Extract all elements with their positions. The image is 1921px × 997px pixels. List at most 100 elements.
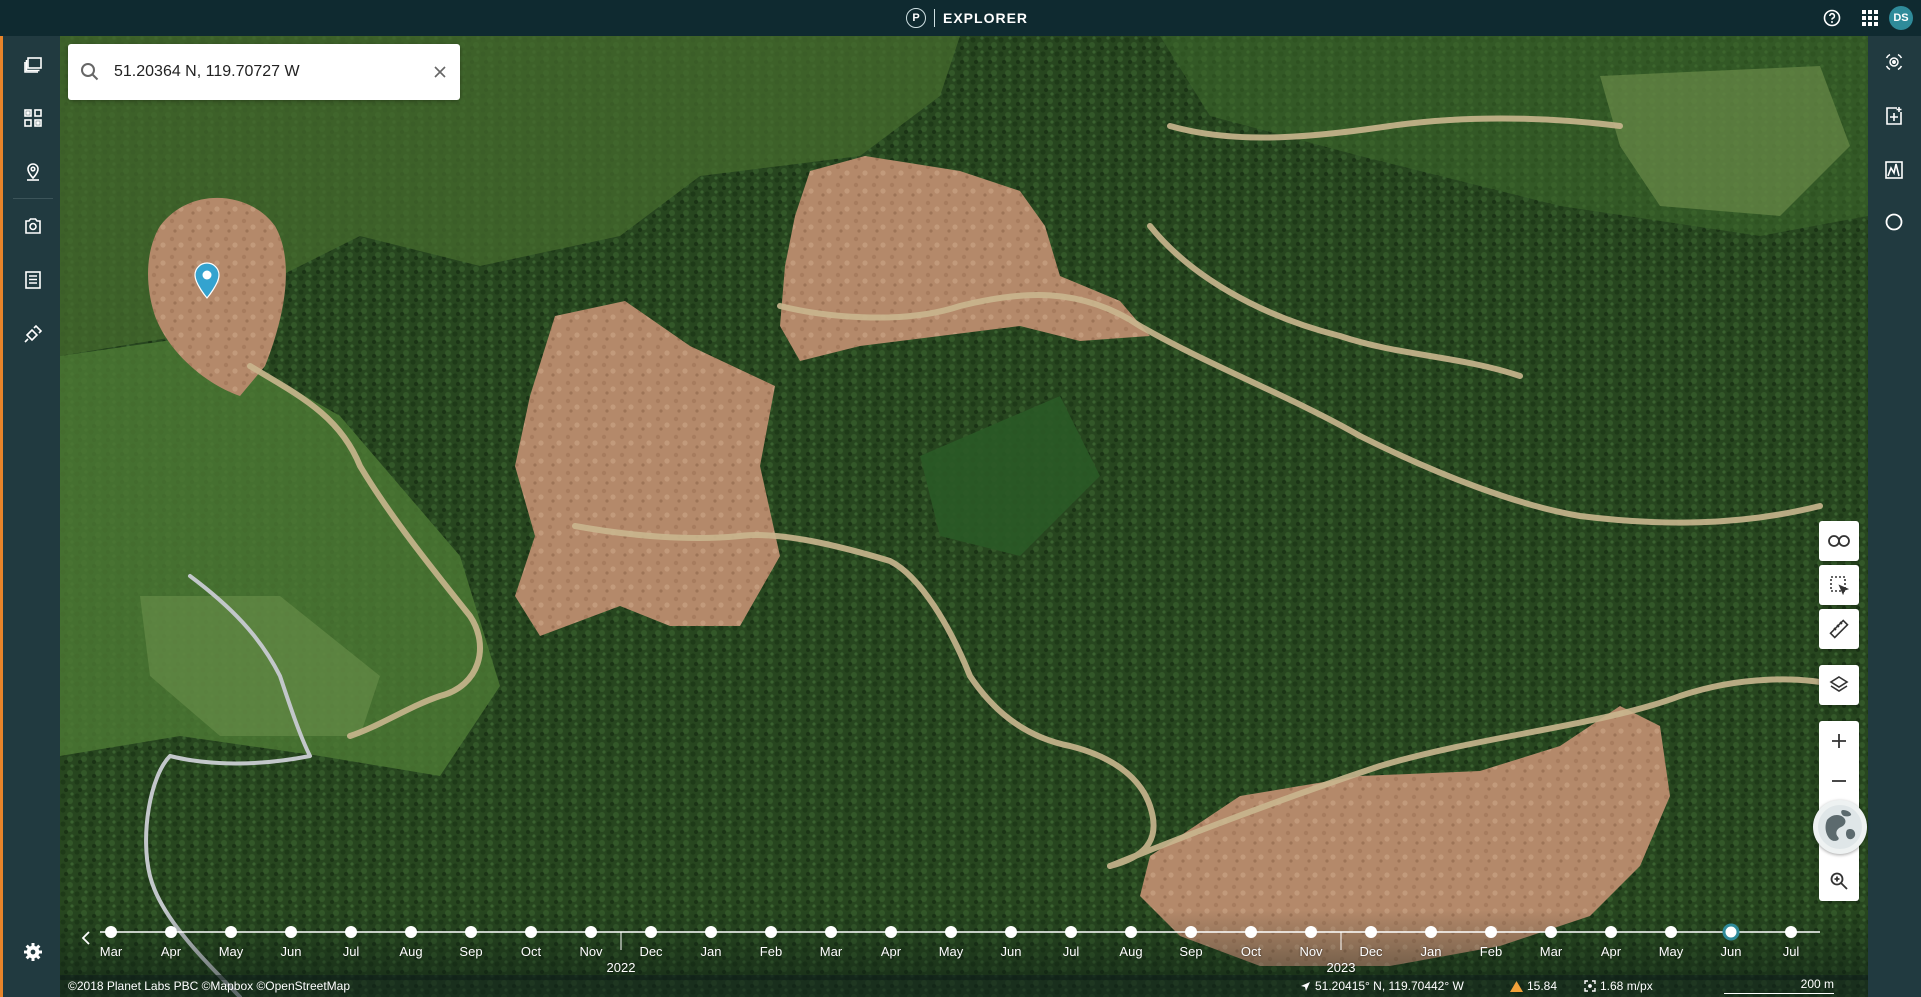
timeline-point[interactable] xyxy=(825,926,837,938)
resolution-value: 1.68 m/px xyxy=(1600,979,1653,993)
cursor-coordinates-text: 51.20415° N, 119.70442° W xyxy=(1315,979,1464,993)
mosaics-icon[interactable] xyxy=(13,98,53,138)
timeline-month-label[interactable]: Jul xyxy=(1063,944,1080,959)
brand[interactable]: P EXPLORER xyxy=(906,7,1028,29)
timeline-month-label[interactable]: Apr xyxy=(161,944,181,959)
search-icon xyxy=(78,60,102,84)
timeline-point[interactable] xyxy=(1245,926,1257,938)
right-rail xyxy=(1868,36,1921,997)
timeline-month-label[interactable]: Apr xyxy=(1601,944,1621,959)
measure-icon[interactable] xyxy=(1819,609,1859,649)
tasking-icon[interactable] xyxy=(13,314,53,354)
timeline-month-label[interactable]: Jun xyxy=(281,944,302,959)
timeline-point[interactable] xyxy=(705,926,717,938)
resolution-icon xyxy=(1584,980,1596,992)
timeline-point[interactable] xyxy=(1185,926,1197,938)
timeline-point[interactable] xyxy=(1425,926,1437,938)
timeline-point[interactable] xyxy=(1545,926,1557,938)
timeline-point[interactable] xyxy=(525,926,537,938)
timeline-month-label[interactable]: May xyxy=(939,944,964,959)
timeline-point[interactable] xyxy=(465,926,477,938)
timeline-month-label[interactable]: Oct xyxy=(1241,944,1261,959)
status-bar: ©2018 Planet Labs PBC ©Mapbox ©OpenStree… xyxy=(60,975,1868,997)
timeline-month-label[interactable]: Mar xyxy=(100,944,122,959)
timeline-month-label[interactable]: Dec xyxy=(639,944,662,959)
satellite-map[interactable] xyxy=(60,36,1868,997)
basemap-layers-icon[interactable] xyxy=(1819,665,1859,705)
timeline[interactable]: Mar Apr May Jun Jul Aug Sep Oct Nov Dec 2022 Jan Feb… xyxy=(60,910,1868,980)
globe-icon[interactable] xyxy=(1813,800,1867,854)
timeline-point[interactable] xyxy=(1005,926,1017,938)
location-marker-icon[interactable] xyxy=(193,262,221,300)
timeline-month-label[interactable]: Oct xyxy=(521,944,541,959)
search-input[interactable] xyxy=(114,54,404,90)
timeline-month-label[interactable]: Jun xyxy=(1721,944,1742,959)
help-icon[interactable] xyxy=(1813,0,1851,36)
timeline-month-label[interactable]: Nov xyxy=(579,944,602,959)
timeline-point[interactable] xyxy=(285,926,297,938)
timeline-point[interactable] xyxy=(405,926,417,938)
timeline-point[interactable] xyxy=(1365,926,1377,938)
visualization-icon[interactable] xyxy=(1874,202,1914,242)
timeline-month-label[interactable]: May xyxy=(219,944,244,959)
timeline-point[interactable] xyxy=(1125,926,1137,938)
orders-icon[interactable] xyxy=(13,260,53,300)
places-icon[interactable] xyxy=(13,152,53,192)
timeline-month-label[interactable]: Apr xyxy=(881,944,901,959)
clear-search-icon[interactable] xyxy=(426,58,454,86)
select-area-icon[interactable] xyxy=(1819,565,1859,605)
timeline-point[interactable] xyxy=(945,926,957,938)
timeline-month-label[interactable]: Jul xyxy=(343,944,360,959)
timeline-month-label[interactable]: Jun xyxy=(1001,944,1022,959)
timeline-point[interactable] xyxy=(225,926,237,938)
timeline-month-label[interactable]: May xyxy=(1659,944,1684,959)
map-imagery xyxy=(60,36,1868,997)
timeline-point[interactable] xyxy=(1065,926,1077,938)
zoom-in-icon[interactable] xyxy=(1819,721,1859,761)
cursor-arrow-icon xyxy=(1301,981,1310,991)
app-title: EXPLORER xyxy=(943,10,1029,26)
timeline-point[interactable] xyxy=(1305,926,1317,938)
timeline-month-label[interactable]: Aug xyxy=(1119,944,1142,959)
share-link-icon[interactable] xyxy=(1819,521,1859,561)
elevation-profile-icon[interactable] xyxy=(1874,150,1914,190)
planet-logo-icon: P xyxy=(906,8,926,28)
timeline-month-label[interactable]: Jan xyxy=(701,944,722,959)
timeline-month-label[interactable]: Mar xyxy=(820,944,842,959)
zoom-to-icon[interactable] xyxy=(1819,861,1859,901)
user-avatar[interactable]: DS xyxy=(1889,6,1913,30)
timeline-month-label[interactable]: Feb xyxy=(760,944,782,959)
zoom-out-icon[interactable] xyxy=(1819,761,1859,801)
timeline-month-label[interactable]: Jul xyxy=(1783,944,1800,959)
timeline-point[interactable] xyxy=(165,926,177,938)
timeline-point[interactable] xyxy=(1665,926,1677,938)
timeline-month-label[interactable]: Aug xyxy=(399,944,422,959)
timeline-month-label[interactable]: Dec xyxy=(1359,944,1382,959)
timeline-month-label[interactable]: Nov xyxy=(1299,944,1322,959)
timeline-point[interactable] xyxy=(1785,926,1797,938)
timeline-month-label[interactable]: Mar xyxy=(1540,944,1562,959)
timeline-point[interactable] xyxy=(585,926,597,938)
timeline-point[interactable] xyxy=(645,926,657,938)
layers-icon[interactable] xyxy=(13,46,53,86)
rail-divider xyxy=(13,198,53,199)
timeline-point[interactable] xyxy=(765,926,777,938)
timeline-point-selected[interactable] xyxy=(1722,923,1740,941)
attribution[interactable]: ©2018 Planet Labs PBC ©Mapbox ©OpenStree… xyxy=(68,979,350,993)
scale-bar: 200 m xyxy=(1724,977,1834,994)
timeline-point[interactable] xyxy=(105,926,117,938)
timeline-point[interactable] xyxy=(1485,926,1497,938)
timeline-track xyxy=(100,923,1820,950)
timeline-month-label[interactable]: Sep xyxy=(459,944,482,959)
timeline-point[interactable] xyxy=(345,926,357,938)
saved-searches-icon[interactable] xyxy=(13,206,53,246)
settings-icon[interactable] xyxy=(13,932,53,972)
add-area-icon[interactable] xyxy=(1874,96,1914,136)
timeline-month-label[interactable]: Jan xyxy=(1421,944,1442,959)
timeline-month-label[interactable]: Sep xyxy=(1179,944,1202,959)
timeline-point[interactable] xyxy=(885,926,897,938)
timeline-month-label[interactable]: Feb xyxy=(1480,944,1502,959)
apps-grid-icon[interactable] xyxy=(1851,0,1889,36)
timeline-point[interactable] xyxy=(1605,926,1617,938)
analytics-icon[interactable] xyxy=(1874,42,1914,82)
